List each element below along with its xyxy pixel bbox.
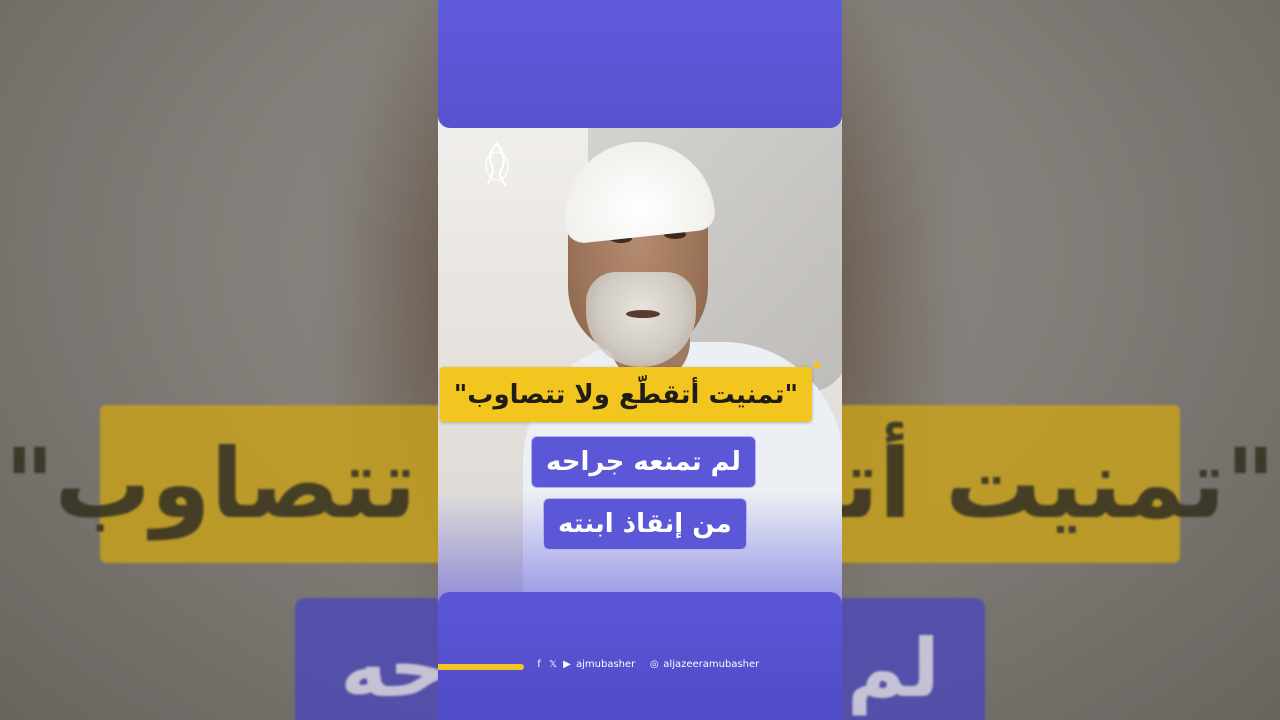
quote-corner-mark (814, 362, 820, 368)
video-frame[interactable]: "تمنيت أتقطّع ولا تتصاوب" لم تمنعه جراحه… (438, 0, 842, 720)
bottom-band: f 𝕏 ▶ ajmubasher ◎ aljazeeramubasher (438, 592, 842, 720)
quote-text: "تمنيت أتقطّع ولا تتصاوب" (453, 379, 798, 410)
aljazeera-logo-icon (485, 142, 509, 188)
caption-line-2-text: من إنقاذ ابنته (558, 509, 732, 539)
photo-mouth (626, 310, 660, 318)
instagram-icon[interactable]: ◎ (649, 659, 659, 670)
channel-logo (480, 140, 514, 204)
quote-banner: "تمنيت أتقطّع ولا تتصاوب" (439, 367, 812, 422)
caption-line-2: من إنقاذ ابنته (543, 498, 747, 550)
facebook-icon[interactable]: f (534, 659, 544, 670)
social-handles: f 𝕏 ▶ ajmubasher ◎ aljazeeramubasher (534, 659, 759, 670)
x-icon[interactable]: 𝕏 (548, 659, 558, 670)
top-band (438, 0, 842, 128)
youtube-icon[interactable]: ▶ (562, 659, 572, 670)
caption-line-1-text: لم تمنعه جراحه (546, 447, 741, 477)
caption-line-1: لم تمنعه جراحه (531, 436, 756, 488)
social-handle-primary[interactable]: ajmubasher (576, 659, 635, 670)
progress-accent-bar (438, 664, 524, 670)
social-handle-secondary[interactable]: aljazeeramubasher (663, 659, 759, 670)
